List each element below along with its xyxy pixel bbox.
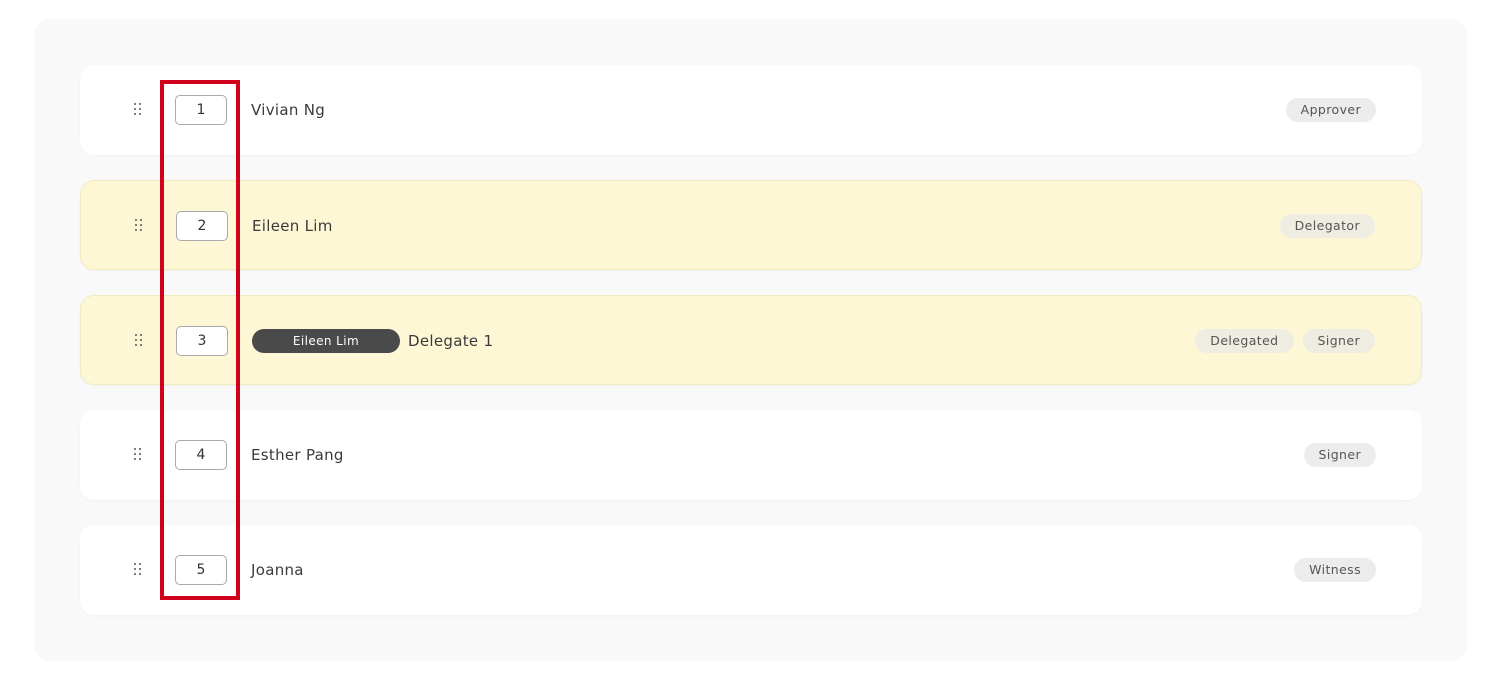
list-item: Vivian Ng Approver bbox=[80, 65, 1422, 155]
role-badge: Signer bbox=[1303, 443, 1376, 467]
signer-name: Joanna bbox=[251, 561, 304, 579]
role-badges: Signer bbox=[1303, 443, 1376, 467]
drag-handle-icon[interactable] bbox=[134, 103, 142, 117]
role-badge: Witness bbox=[1294, 558, 1376, 582]
delegator-chip: Eileen Lim bbox=[252, 329, 400, 353]
drag-handle-icon[interactable] bbox=[135, 334, 143, 348]
list-item: Esther Pang Signer bbox=[80, 410, 1422, 500]
status-badge: Delegated bbox=[1195, 329, 1294, 353]
role-badges: Approver bbox=[1285, 98, 1376, 122]
role-badge: Delegator bbox=[1279, 214, 1375, 238]
signer-name: Eileen Lim bbox=[252, 217, 333, 235]
list-item: Eileen Lim Delegator bbox=[80, 180, 1422, 270]
delegate-name: Delegate 1 bbox=[408, 332, 494, 350]
list-item: Joanna Witness bbox=[80, 525, 1422, 615]
drag-handle-icon[interactable] bbox=[135, 219, 143, 233]
role-badge: Approver bbox=[1285, 98, 1376, 122]
list-item: Eileen Lim Delegate 1 Delegated Signer bbox=[80, 295, 1422, 385]
role-badges: Witness bbox=[1294, 558, 1376, 582]
drag-handle-icon[interactable] bbox=[134, 448, 142, 462]
signer-name: Vivian Ng bbox=[251, 101, 326, 119]
annotation-highlight-box bbox=[160, 80, 240, 600]
role-badges: Delegated Signer bbox=[1195, 329, 1375, 353]
signer-name: Esther Pang bbox=[251, 446, 344, 464]
role-badge: Signer bbox=[1302, 329, 1375, 353]
drag-handle-icon[interactable] bbox=[134, 563, 142, 577]
role-badges: Delegator bbox=[1279, 214, 1375, 238]
